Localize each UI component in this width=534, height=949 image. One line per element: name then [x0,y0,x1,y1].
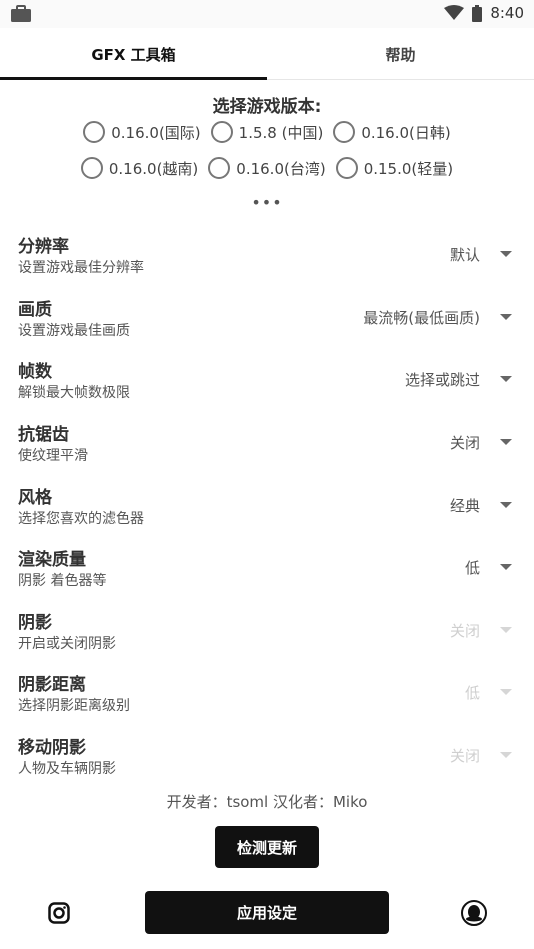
dropdown-arrow-icon[interactable] [500,439,512,445]
version-label: 0.16.0(日韩) [361,123,451,142]
tab-help[interactable]: 帮助 [267,28,534,80]
bottom-bar: 应用设定 [0,880,534,949]
setting-title: 画质 [18,300,52,320]
setting-title: 移动阴影 [18,738,86,758]
radio-circle-icon [210,121,233,143]
setting-value[interactable]: 关闭 [450,432,480,453]
setting-subtitle: 设置游戏最佳画质 [18,323,130,339]
version-radio-0[interactable]: 0.16.0(国际) [83,121,201,143]
setting-subtitle: 解锁最大帧数极限 [18,385,130,401]
setting-fps[interactable]: 帧数 解锁最大帧数极限 选择或跳过 [0,357,534,417]
setting-moving-shadow: 移动阴影 人物及车辆阴影 关闭 [0,733,534,793]
setting-value: 关闭 [449,747,480,765]
setting-value: 关闭 [449,622,480,640]
tab-gfx-toolbox[interactable]: GFX 工具箱 [0,28,267,80]
briefcase-icon [11,5,31,22]
version-radio-4[interactable]: 0.16.0(台湾) [208,157,326,179]
setting-value[interactable]: 低 [465,557,480,578]
setting-subtitle: 设置游戏最佳分辨率 [18,260,144,276]
setting-resolution[interactable]: 分辨率 设置游戏最佳分辨率 默认 [0,232,534,292]
status-right: 8:40 [444,4,524,22]
wifi-icon [444,5,465,20]
check-update-button[interactable]: 检测更新 [215,826,319,868]
dropdown-arrow-icon[interactable] [500,314,512,320]
version-label: 0.16.0(台湾) [236,159,326,178]
version-label: 0.15.0(轻量) [363,159,454,178]
dropdown-arrow-icon [500,627,512,633]
setting-title: 分辨率 [18,237,69,257]
version-radio-1[interactable]: 1.5.8 (中国) [210,121,324,143]
setting-title: 帧数 [18,362,52,382]
setting-title: 风格 [18,488,52,508]
setting-value[interactable]: 选择或跳过 [405,369,480,390]
dropdown-arrow-icon[interactable] [500,251,512,257]
setting-subtitle: 开启或关闭阴影 [18,636,116,652]
tab-indicator [0,77,267,80]
dropdown-arrow-icon[interactable] [500,502,512,508]
version-label: 0.16.0(国际) [111,123,201,142]
version-label: 1.5.8 (中国) [238,123,324,142]
setting-graphics[interactable]: 画质 设置游戏最佳画质 最流畅(最低画质) [0,295,534,355]
radio-circle-icon [83,121,106,143]
setting-anti-aliasing[interactable]: 抗锯齿 使纹理平滑 关闭 [0,420,534,480]
tab-bar: GFX 工具箱 帮助 [0,28,534,80]
setting-subtitle: 选择阴影距离级别 [18,698,130,714]
dropdown-arrow-icon[interactable] [500,376,512,382]
setting-style[interactable]: 风格 选择您喜欢的滤色器 经典 [0,483,534,543]
version-label: 0.16.0(越南) [108,159,199,178]
qq-icon[interactable] [461,900,487,926]
version-title: 选择游戏版本: [212,97,322,117]
version-radio-2[interactable]: 0.16.0(日韩) [333,121,451,143]
dropdown-arrow-icon[interactable] [500,564,512,570]
dropdown-arrow-icon [500,689,512,695]
setting-title: 阴影距离 [18,675,86,695]
setting-shadow-distance: 阴影距离 选择阴影距离级别 低 [0,670,534,730]
setting-title: 抗锯齿 [18,425,69,445]
instagram-icon[interactable] [48,902,70,924]
setting-shadow: 阴影 开启或关闭阴影 关闭 [0,608,534,668]
setting-value[interactable]: 最流畅(最低画质) [363,307,480,328]
setting-render-quality[interactable]: 渲染质量 阴影 着色器等 低 [0,545,534,605]
radio-circle-icon [208,157,231,179]
status-time: 8:40 [490,4,524,22]
setting-subtitle: 选择您喜欢的滤色器 [18,511,144,527]
version-row-2: 0.16.0(越南) 0.16.0(台湾) 0.15.0(轻量) [0,157,534,179]
version-row-1: 0.16.0(国际) 1.5.8 (中国) 0.16.0(日韩) [0,121,534,143]
setting-value[interactable]: 默认 [450,244,480,265]
setting-value: 低 [464,684,480,702]
dropdown-arrow-icon [500,752,512,758]
setting-value[interactable]: 经典 [450,495,480,516]
battery-icon [472,4,483,22]
radio-circle-icon [333,121,356,143]
setting-subtitle: 使纹理平滑 [18,448,88,464]
setting-title: 渲染质量 [18,550,86,570]
setting-title: 阴影 [18,613,52,633]
radio-circle-icon [80,157,103,179]
credits-text: 开发者：tsoml 汉化者：Miko [166,793,368,811]
setting-subtitle: 人物及车辆阴影 [18,761,116,777]
status-bar: 8:40 [0,0,534,28]
version-radio-3[interactable]: 0.16.0(越南) [80,157,199,179]
setting-subtitle: 阴影 着色器等 [18,573,107,589]
more-options-button[interactable]: ••• [0,193,534,212]
radio-circle-icon [335,157,358,179]
version-radio-5[interactable]: 0.15.0(轻量) [335,157,454,179]
apply-settings-button[interactable]: 应用设定 [145,891,389,934]
